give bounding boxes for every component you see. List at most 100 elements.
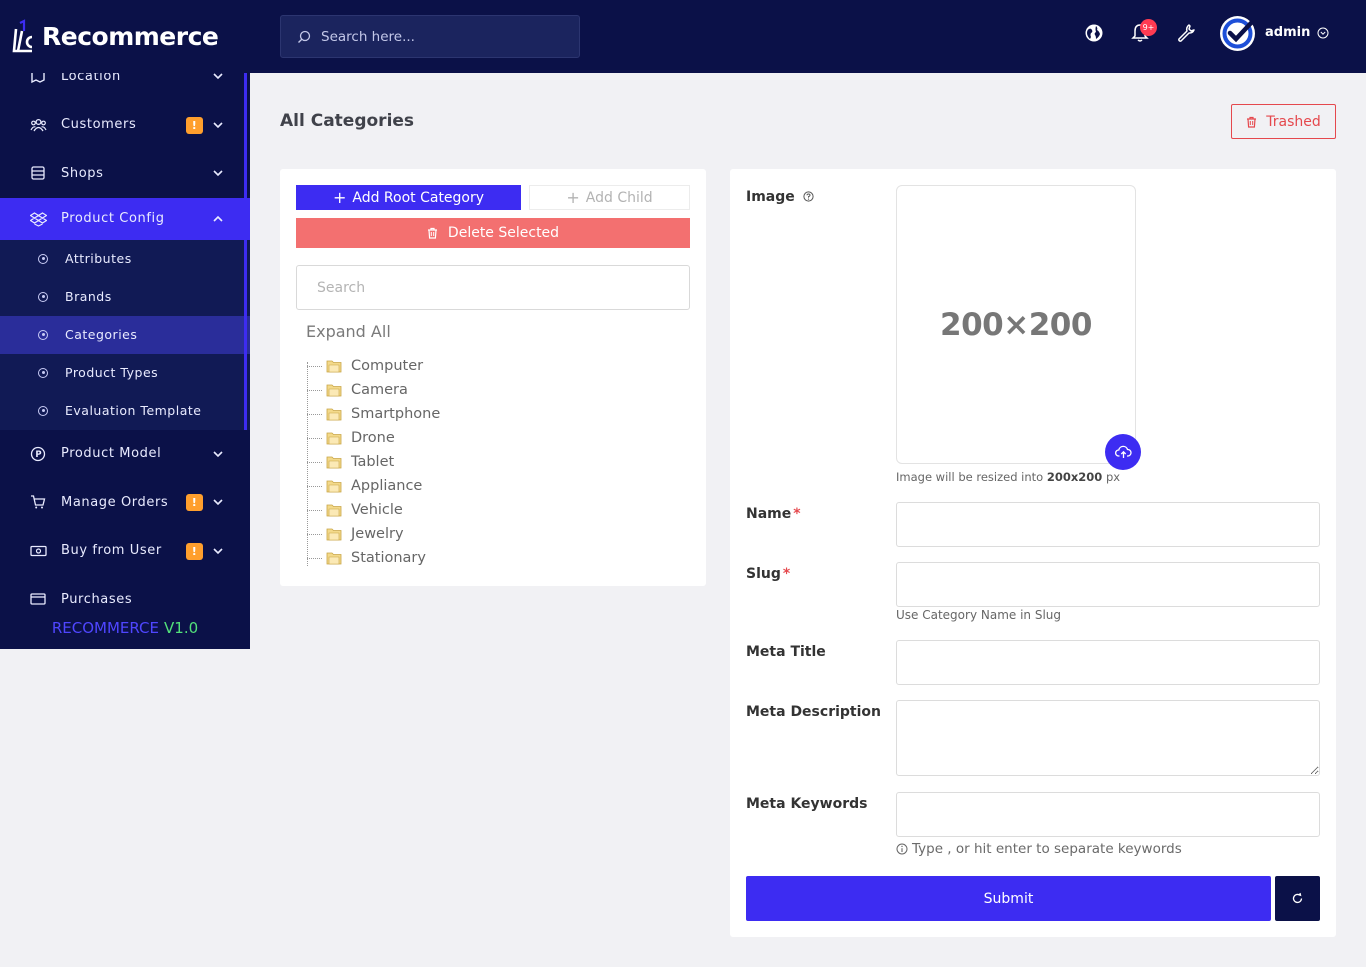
add-child-button[interactable]: + Add Child [529,185,690,210]
folder-icon [326,480,342,493]
slug-input[interactable] [896,562,1320,607]
sidebar-item-manage-orders[interactable]: Manage Orders ! [0,478,250,527]
tree-node-label: Tablet [351,454,395,470]
tree-node-label: Vehicle [351,502,403,518]
store-icon [29,164,47,182]
folder-icon [326,504,342,517]
circle-dot-icon [38,367,48,378]
meta-title-input[interactable] [896,640,1320,685]
alert-badge: ! [186,494,203,512]
add-root-label: Add Root Category [352,189,485,206]
sidebar-subitem-evaluation-template[interactable]: Evaluation Template [0,392,250,430]
category-form-panel: Image 200×200 Image will be resized into… [730,169,1336,937]
hint-unit: px [1105,470,1121,484]
tree-search-input[interactable] [296,265,690,310]
tree-node-label: Stationary [351,550,426,566]
tree-node-vehicle[interactable]: Vehicle [306,498,440,522]
trashed-label: Trashed [1266,113,1321,130]
sidebar-item-label: Product Config [61,211,165,226]
tree-node-label: Camera [351,382,408,398]
notification-bell-icon[interactable]: 9+ [1129,19,1157,44]
hint-size: 200x200 [1046,470,1103,484]
global-search[interactable] [280,15,580,58]
tree-node-label: Jewelry [351,526,404,542]
svg-text:P: P [35,450,42,460]
global-search-input[interactable] [321,28,561,45]
brand[interactable]: Recommerce [0,0,250,73]
subitem-label: Brands [65,289,112,304]
sidebar-scrollbar[interactable] [244,73,247,406]
folder-icon [326,528,342,541]
delete-selected-button[interactable]: Delete Selected [296,218,690,248]
notification-count-badge: 9+ [1140,19,1157,36]
avatar[interactable] [1220,16,1255,51]
tree-node-drone[interactable]: Drone [306,426,440,450]
sidebar-item-buy-from-user[interactable]: Buy from User ! [0,527,250,576]
tree-node-label: Appliance [351,478,423,494]
required-mark: * [793,506,801,522]
folder-icon [326,432,342,445]
trashed-button[interactable]: Trashed [1231,104,1336,139]
meta-keywords-input[interactable] [896,792,1320,837]
sidebar-subitem-attributes[interactable]: Attributes [0,240,250,278]
tree-node-jewelry[interactable]: Jewelry [306,522,440,546]
keywords-hint-text: Type , or hit enter to separate keywords [912,841,1182,857]
trash-icon [1247,116,1257,128]
slug-hint: Use Category Name in Slug [896,608,1062,622]
chevron-down-icon [213,122,223,128]
meta-keywords-label: Meta Keywords [746,796,868,812]
meta-description-label: Meta Description [746,704,881,720]
name-input[interactable] [896,502,1320,547]
reset-button[interactable] [1275,876,1320,921]
name-label: Name * [746,506,801,522]
wrench-settings-icon[interactable] [1175,22,1197,44]
recommerce-logo-icon [12,18,33,52]
circle-dot-icon [38,329,48,340]
dropbox-icon [29,210,47,228]
sidebar-item-product-model[interactable]: P Product Model [0,430,250,479]
sidebar-item-label: Purchases [61,591,133,607]
user-name[interactable]: admin [1265,25,1310,40]
sidebar-item-label: Manage Orders [61,494,169,510]
alert-badge: ! [186,542,203,560]
sidebar-subitem-brands[interactable]: Brands [0,278,250,316]
check-logo-icon [1222,18,1254,49]
help-circle-icon[interactable] [803,191,814,202]
sidebar-item-product-config[interactable]: Product Config [0,197,250,240]
tree-node-computer[interactable]: Computer [306,354,440,378]
sidebar-item-shops[interactable]: Shops [0,149,250,198]
plus-icon: + [332,187,347,207]
chevron-down-circle-icon[interactable] [1317,27,1329,39]
sidebar-item-label: Shops [61,165,104,181]
add-root-category-button[interactable]: + Add Root Category [296,185,521,210]
delete-selected-label: Delete Selected [447,225,560,241]
sidebar-subitem-categories[interactable]: Categories [0,315,250,354]
expand-all-link[interactable]: Expand All [306,322,391,341]
tree-node-camera[interactable]: Camera [306,378,440,402]
tree-node-label: Smartphone [351,406,441,422]
sidebar-item-label: Buy from User [61,543,162,559]
tree-node-stationary[interactable]: Stationary [306,546,440,570]
sidebar-menu[interactable]: Location Customers ! Shops Product Confi… [0,52,250,607]
slug-label-text: Slug [746,566,781,582]
tree-node-smartphone[interactable]: Smartphone [306,402,440,426]
tree-node-appliance[interactable]: Appliance [306,474,440,498]
alert-badge: ! [186,116,203,134]
folder-icon [326,360,342,373]
refresh-icon [1292,892,1303,904]
tree-node-tablet[interactable]: Tablet [306,450,440,474]
sidebar-subitem-product-types[interactable]: Product Types [0,354,250,392]
sidebar-item-customers[interactable]: Customers ! [0,101,250,150]
tree-node-label: Computer [351,358,424,374]
language-globe-icon[interactable] [1083,22,1105,44]
subitem-label: Categories [65,327,138,342]
submit-button[interactable]: Submit [746,876,1271,921]
topbar: 9+ admin [250,0,1366,73]
meta-description-textarea[interactable] [896,700,1320,776]
circle-dot-icon [38,253,48,264]
sidebar-item-purchases[interactable]: Purchases [0,575,250,607]
category-tree: Computer Camera Smartphone Drone Tablet … [306,354,440,570]
subitem-label: Evaluation Template [65,403,202,418]
image-placeholder-text: 200×200 [940,306,1092,343]
upload-image-button[interactable] [1105,434,1141,470]
